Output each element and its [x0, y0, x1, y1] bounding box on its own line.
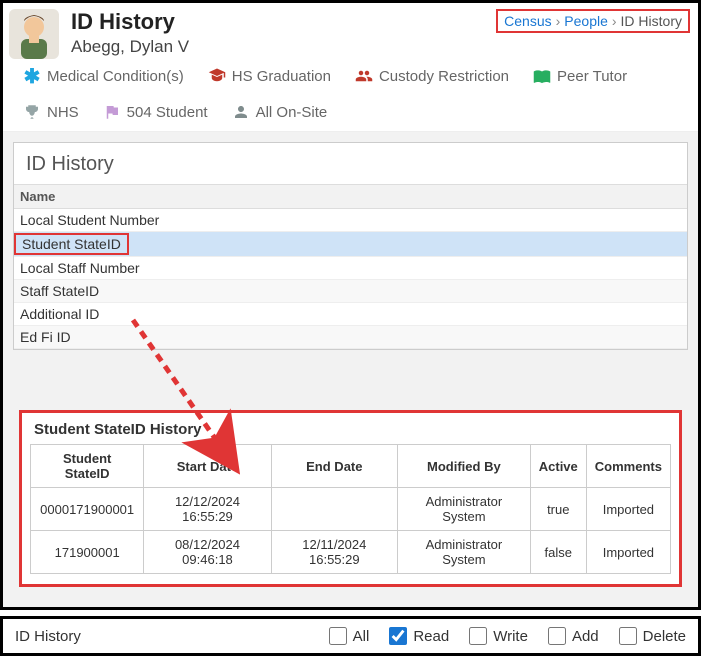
perm-delete-label: Delete	[643, 628, 686, 645]
flag-icon	[103, 103, 121, 121]
col-comments[interactable]: Comments	[586, 445, 670, 488]
flags-row: ✱ Medical Condition(s) HS Graduation Cus…	[3, 59, 698, 132]
breadcrumb: Census › People › ID History	[496, 9, 690, 33]
perm-write-label: Write	[493, 628, 528, 645]
cell-start: 12/12/2024 16:55:29	[144, 488, 271, 531]
list-item[interactable]: Staff StateID	[14, 280, 687, 303]
table-row[interactable]: 0000171900001 12/12/2024 16:55:29 Admini…	[31, 488, 671, 531]
perm-read[interactable]: Read	[389, 627, 449, 645]
chevron-right-icon: ›	[612, 13, 617, 29]
book-icon	[533, 67, 551, 85]
cell-active: false	[530, 531, 586, 574]
flag-peer-tutor[interactable]: Peer Tutor	[533, 67, 627, 85]
perm-all-label: All	[353, 628, 370, 645]
asterisk-icon: ✱	[23, 67, 41, 85]
breadcrumb-link-census[interactable]: Census	[504, 13, 551, 29]
cell-by: Administrator System	[397, 531, 530, 574]
perm-delete[interactable]: Delete	[619, 627, 686, 645]
flag-custody[interactable]: Custody Restriction	[355, 67, 509, 85]
chevron-right-icon: ›	[556, 13, 561, 29]
col-modby[interactable]: Modified By	[397, 445, 530, 488]
cell-end	[271, 488, 397, 531]
col-active[interactable]: Active	[530, 445, 586, 488]
avatar	[9, 9, 59, 59]
perm-all[interactable]: All	[329, 627, 370, 645]
perm-read-checkbox[interactable]	[389, 627, 407, 645]
flag-label: NHS	[47, 104, 79, 121]
flag-label: 504 Student	[127, 104, 208, 121]
table-row[interactable]: 171900001 08/12/2024 09:46:18 12/11/2024…	[31, 531, 671, 574]
perm-write-checkbox[interactable]	[469, 627, 487, 645]
perm-read-label: Read	[413, 628, 449, 645]
flag-504[interactable]: 504 Student	[103, 103, 208, 121]
cell-comments: Imported	[586, 531, 670, 574]
list-item[interactable]: Local Staff Number	[14, 257, 687, 280]
user-icon	[232, 103, 250, 121]
list-item-selected[interactable]: Student StateID	[14, 233, 129, 255]
trophy-icon	[23, 103, 41, 121]
breadcrumb-link-people[interactable]: People	[564, 13, 608, 29]
cell-comments: Imported	[586, 488, 670, 531]
flag-medical[interactable]: ✱ Medical Condition(s)	[23, 67, 184, 85]
perm-add-checkbox[interactable]	[548, 627, 566, 645]
perm-write[interactable]: Write	[469, 627, 528, 645]
perm-all-checkbox[interactable]	[329, 627, 347, 645]
flag-onsite[interactable]: All On-Site	[232, 103, 328, 121]
flag-label: Custody Restriction	[379, 68, 509, 85]
flag-graduation[interactable]: HS Graduation	[208, 67, 331, 85]
flag-label: Medical Condition(s)	[47, 68, 184, 85]
breadcrumb-current: ID History	[621, 13, 682, 29]
cell-by: Administrator System	[397, 488, 530, 531]
perm-add-label: Add	[572, 628, 599, 645]
perm-label: ID History	[15, 628, 81, 645]
flag-nhs[interactable]: NHS	[23, 103, 79, 121]
flag-label: All On-Site	[256, 104, 328, 121]
perm-delete-checkbox[interactable]	[619, 627, 637, 645]
permissions-bar: ID History All Read Write Add Delete	[0, 616, 701, 656]
perm-add[interactable]: Add	[548, 627, 599, 645]
person-name: Abegg, Dylan V	[71, 37, 688, 57]
cell-start: 08/12/2024 09:46:18	[144, 531, 271, 574]
flag-label: Peer Tutor	[557, 68, 627, 85]
cell-active: true	[530, 488, 586, 531]
cell-id: 0000171900001	[31, 488, 144, 531]
column-header-name: Name	[14, 184, 687, 209]
flag-label: HS Graduation	[232, 68, 331, 85]
col-end[interactable]: End Date	[271, 445, 397, 488]
panel-title: ID History	[14, 143, 687, 184]
graduation-cap-icon	[208, 67, 226, 85]
cell-end: 12/11/2024 16:55:29	[271, 531, 397, 574]
annotation-arrow-icon	[113, 310, 273, 480]
cell-id: 171900001	[31, 531, 144, 574]
people-icon	[355, 67, 373, 85]
list-item[interactable]: Local Student Number	[14, 209, 687, 232]
